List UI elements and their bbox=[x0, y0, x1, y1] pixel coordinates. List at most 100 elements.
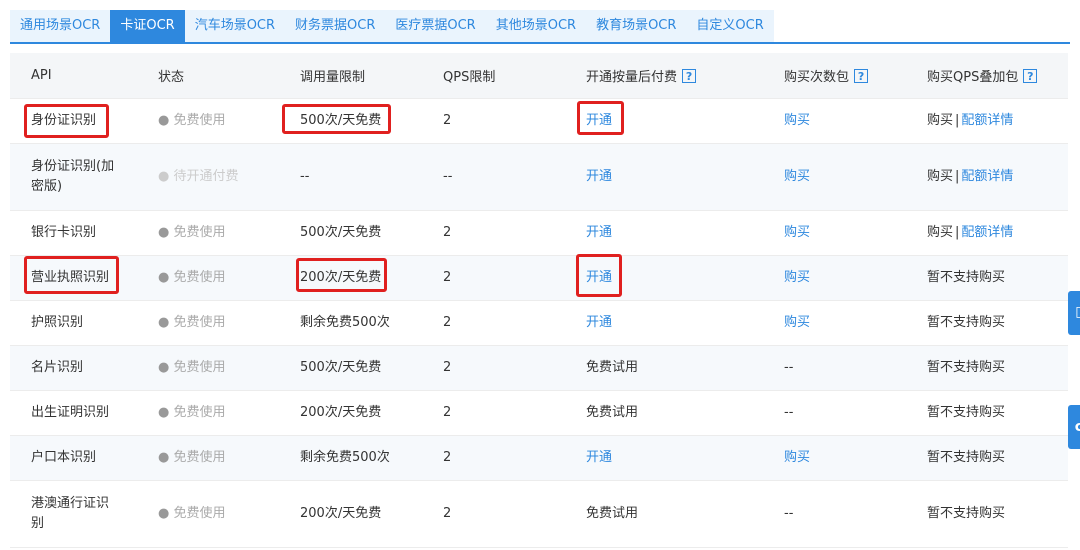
tab-medical-ocr[interactable]: 医疗票据OCR bbox=[385, 10, 486, 42]
qps-limit: 2 bbox=[443, 314, 452, 330]
postpaid-cell: 开通 bbox=[565, 210, 763, 255]
status-dot-icon: ● bbox=[158, 359, 170, 375]
buy-pack-link[interactable]: 购买 bbox=[784, 113, 810, 128]
separator: | bbox=[955, 224, 960, 240]
header-api: API bbox=[31, 67, 52, 83]
floating-side-button[interactable]: c bbox=[1068, 405, 1080, 449]
floating-side-button[interactable]: ▯ bbox=[1068, 291, 1080, 335]
tab-vehicle-ocr[interactable]: 汽车场景OCR bbox=[184, 10, 286, 42]
status-dot-icon: ● bbox=[158, 168, 170, 184]
qps-pack-cell: 暂不支持购买 bbox=[927, 269, 1006, 285]
qps-limit: 2 bbox=[443, 112, 452, 128]
header-pack-label: 购买次数包 bbox=[784, 69, 850, 85]
quota-detail-link[interactable]: 配额详情 bbox=[961, 225, 1013, 240]
table-row: 出生证明识别 ● 免费使用 200次/天免费 2 免费试用 -- 暂不支持购买 bbox=[10, 390, 1068, 435]
api-name-text: 身份证识别(加密版) bbox=[31, 158, 115, 194]
header-qps-pack: 购买QPS叠加包? bbox=[906, 53, 1068, 98]
header-qps-pack-label: 购买QPS叠加包 bbox=[927, 69, 1019, 85]
status-text: 免费使用 bbox=[173, 112, 226, 128]
enable-postpaid-link[interactable]: 开通 bbox=[586, 169, 612, 184]
tab-education-ocr[interactable]: 教育场景OCR bbox=[586, 10, 687, 42]
pack-cell: 购买 bbox=[763, 143, 906, 210]
quota-limit: 500次/天免费 bbox=[300, 359, 382, 375]
tab-other-ocr[interactable]: 其他场景OCR bbox=[485, 10, 587, 42]
qps-pack-cell: 暂不支持购买 bbox=[927, 359, 1006, 375]
api-name: 港澳通行证识别 bbox=[10, 480, 137, 547]
qps-limit: 2 bbox=[443, 269, 452, 285]
table-row: 银行卡识别 ● 免费使用 500次/天免费 2 开通 购买 购买 | 配额详情 bbox=[10, 210, 1068, 255]
help-icon[interactable]: ? bbox=[682, 69, 697, 84]
enable-postpaid-link[interactable]: 开通 bbox=[586, 270, 612, 285]
header-status: 状态 bbox=[158, 69, 185, 85]
status-text: 免费使用 bbox=[173, 449, 226, 465]
qps-limit: 2 bbox=[443, 505, 452, 521]
status-dot-icon: ● bbox=[158, 449, 170, 465]
buy-qps-link[interactable]: 购买 bbox=[927, 225, 953, 240]
header-postpaid-label: 开通按量后付费 bbox=[586, 69, 678, 85]
status-text: 免费使用 bbox=[173, 314, 226, 330]
ocr-category-tabs: 通用场景OCR 卡证OCR 汽车场景OCR 财务票据OCR 医疗票据OCR 其他… bbox=[10, 10, 774, 42]
help-icon[interactable]: ? bbox=[854, 69, 869, 84]
status-cell: ● 免费使用 bbox=[137, 98, 279, 143]
buy-pack-link[interactable]: 购买 bbox=[784, 450, 810, 465]
status-cell: ● 免费使用 bbox=[137, 255, 279, 300]
api-name: 身份证识别(加密版) bbox=[10, 143, 137, 210]
status-dot-icon: ● bbox=[158, 404, 170, 420]
quota-detail-link[interactable]: 配额详情 bbox=[961, 113, 1013, 128]
table-row: 营业执照识别 ● 免费使用 200次/天免费 2 开通 购买 暂不支持购买 bbox=[10, 255, 1068, 300]
pack-cell: 购买 bbox=[763, 300, 906, 345]
status-cell: ● 免费使用 bbox=[137, 435, 279, 480]
quota-limit: 剩余免费500次 bbox=[300, 449, 390, 465]
postpaid-cell: 开通 bbox=[565, 143, 763, 210]
qps-limit: 2 bbox=[443, 449, 452, 465]
status-cell: ● 免费使用 bbox=[137, 210, 279, 255]
status-text: 免费使用 bbox=[173, 224, 226, 240]
tab-card-ocr[interactable]: 卡证OCR bbox=[110, 10, 185, 42]
qps-pack-cell: 购买 | 配额详情 bbox=[906, 210, 1068, 255]
status-cell: ● 免费使用 bbox=[137, 480, 279, 547]
buy-pack-link[interactable]: 购买 bbox=[784, 225, 810, 240]
pack-cell: -- bbox=[784, 505, 794, 521]
enable-postpaid-link[interactable]: 开通 bbox=[586, 315, 612, 330]
enable-postpaid-link[interactable]: 开通 bbox=[586, 225, 612, 240]
quota-limit: 200次/天免费 bbox=[300, 404, 382, 420]
api-name: 出生证明识别 bbox=[31, 404, 110, 420]
doc-icon: ▯ bbox=[1075, 304, 1080, 320]
status-text: 免费使用 bbox=[173, 505, 226, 521]
tab-custom-ocr[interactable]: 自定义OCR bbox=[686, 10, 774, 42]
separator: | bbox=[955, 112, 960, 128]
status-dot-icon: ● bbox=[158, 224, 170, 240]
tab-general-ocr[interactable]: 通用场景OCR bbox=[10, 10, 111, 42]
api-name: 营业执照识别 bbox=[31, 269, 110, 285]
tab-finance-ocr[interactable]: 财务票据OCR bbox=[285, 10, 386, 42]
qps-limit: 2 bbox=[443, 404, 452, 420]
buy-pack-link[interactable]: 购买 bbox=[784, 169, 810, 184]
quota-limit: 500次/天免费 bbox=[300, 224, 382, 240]
pack-cell: 购买 bbox=[763, 255, 906, 300]
help-icon[interactable]: ? bbox=[1023, 69, 1038, 84]
qps-pack-cell: 购买 | 配额详情 bbox=[906, 143, 1068, 210]
table-row: 港澳通行证识别 ● 免费使用 200次/天免费 2 免费试用 -- 暂不支持购买 bbox=[10, 480, 1068, 547]
status-text: 免费使用 bbox=[173, 269, 226, 285]
quota-detail-link[interactable]: 配额详情 bbox=[961, 169, 1013, 184]
postpaid-cell: 开通 bbox=[565, 435, 763, 480]
qps-limit: 2 bbox=[443, 224, 452, 240]
table-row: 户口本识别 ● 免费使用 剩余免费500次 2 开通 购买 暂不支持购买 bbox=[10, 435, 1068, 480]
api-name: 名片识别 bbox=[31, 359, 84, 375]
postpaid-cell: 开通 bbox=[565, 300, 763, 345]
status-dot-icon: ● bbox=[158, 505, 170, 521]
enable-postpaid-link[interactable]: 开通 bbox=[586, 450, 612, 465]
buy-qps-link[interactable]: 购买 bbox=[927, 113, 953, 128]
buy-pack-link[interactable]: 购买 bbox=[784, 315, 810, 330]
buy-pack-link[interactable]: 购买 bbox=[784, 270, 810, 285]
buy-qps-link[interactable]: 购买 bbox=[927, 169, 953, 184]
pack-cell: 购买 bbox=[763, 435, 906, 480]
table-row: 身份证识别(加密版) ● 待开通付费 -- -- 开通 购买 购买 | 配额详情 bbox=[10, 143, 1068, 210]
enable-postpaid-link[interactable]: 开通 bbox=[586, 113, 612, 128]
header-qps: QPS限制 bbox=[443, 69, 496, 85]
postpaid-cell: 免费试用 bbox=[586, 505, 639, 521]
status-cell: ● 免费使用 bbox=[137, 345, 279, 390]
header-pack: 购买次数包? bbox=[763, 53, 906, 98]
header-limit: 调用量限制 bbox=[300, 69, 366, 85]
postpaid-cell: 开通 bbox=[565, 98, 763, 143]
